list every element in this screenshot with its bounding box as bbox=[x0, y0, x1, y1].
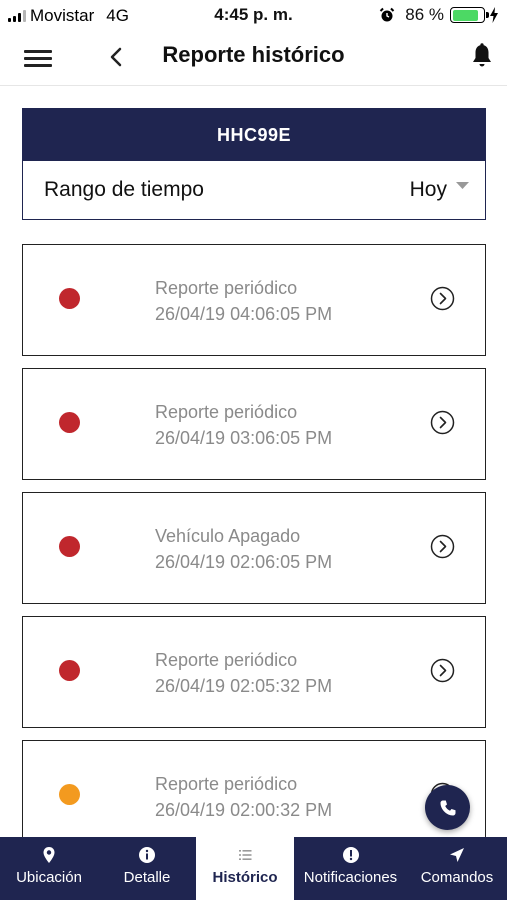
battery-icon bbox=[450, 7, 489, 23]
info-icon bbox=[139, 847, 155, 863]
tab-detalle[interactable]: Detalle bbox=[98, 837, 196, 900]
report-datetime: 26/04/19 02:05:32 PM bbox=[155, 676, 333, 696]
report-text: Reporte periódico 26/04/19 03:06:05 PM bbox=[155, 399, 332, 451]
report-text: Vehículo Apagado 26/04/19 02:06:05 PM bbox=[155, 523, 332, 575]
phone-icon bbox=[440, 800, 455, 815]
vehicle-plate: HHC99E bbox=[23, 109, 485, 161]
tab-ubicacion[interactable]: Ubicación bbox=[0, 837, 98, 900]
send-icon bbox=[450, 848, 464, 862]
chevron-right-circle-icon[interactable] bbox=[430, 286, 455, 311]
status-dot bbox=[59, 288, 80, 309]
report-title: Vehículo Apagado bbox=[155, 526, 301, 546]
time-range-label: Rango de tiempo bbox=[44, 178, 204, 201]
report-text: Reporte periódico 26/04/19 04:06:05 PM bbox=[155, 275, 332, 327]
chevron-right-circle-icon[interactable] bbox=[430, 410, 455, 435]
status-dot bbox=[59, 660, 80, 681]
vehicle-card: HHC99E Rango de tiempo Hoy bbox=[22, 108, 486, 220]
alarm-clock-icon bbox=[380, 7, 395, 22]
tab-notificaciones[interactable]: Notificaciones bbox=[294, 837, 407, 900]
report-title: Reporte periódico bbox=[155, 650, 298, 670]
report-datetime: 26/04/19 02:00:32 PM bbox=[155, 800, 333, 820]
tab-label: Notificaciones bbox=[303, 869, 398, 886]
battery-level bbox=[452, 9, 479, 21]
time-range-value: Hoy bbox=[409, 178, 447, 201]
map-pin-icon bbox=[43, 847, 55, 863]
report-title: Reporte periódico bbox=[155, 402, 298, 422]
report-title: Reporte periódico bbox=[155, 774, 298, 794]
report-item[interactable]: Vehículo Apagado 26/04/19 02:06:05 PM bbox=[22, 492, 486, 604]
battery-percent: 86 % bbox=[405, 5, 444, 24]
page-title: Reporte histórico bbox=[162, 42, 345, 67]
chevron-right-circle-icon[interactable] bbox=[430, 534, 455, 559]
report-item[interactable]: Reporte periódico 26/04/19 03:06:05 PM bbox=[22, 368, 486, 480]
report-datetime: 26/04/19 04:06:05 PM bbox=[155, 304, 333, 324]
tab-label: Detalle bbox=[123, 869, 171, 886]
report-text: Reporte periódico 26/04/19 02:00:32 PM bbox=[155, 771, 332, 823]
status-right: 86 % bbox=[379, 5, 499, 25]
bottom-tab-bar: Ubicación Detalle Histórico Notificaciones C… bbox=[0, 837, 507, 900]
app-header: Reporte histórico bbox=[0, 30, 507, 86]
tab-label: Comandos bbox=[420, 869, 494, 886]
report-item[interactable]: Reporte periódico 26/04/19 02:00:32 PM bbox=[22, 740, 486, 837]
alert-icon bbox=[342, 847, 359, 863]
tab-label: Histórico bbox=[212, 869, 278, 886]
charging-bolt-icon bbox=[490, 7, 498, 23]
bell-icon[interactable] bbox=[469, 42, 495, 70]
time-range-select[interactable]: Rango de tiempo Hoy bbox=[23, 161, 485, 219]
list-icon bbox=[239, 850, 252, 860]
caret-down-icon bbox=[456, 182, 469, 189]
report-datetime: 26/04/19 03:06:05 PM bbox=[155, 428, 333, 448]
report-title: Reporte periódico bbox=[155, 278, 298, 298]
report-list: Reporte periódico 26/04/19 04:06:05 PM Rep… bbox=[22, 244, 486, 837]
status-dot bbox=[59, 536, 80, 557]
report-item[interactable]: Reporte periódico 26/04/19 02:05:32 PM bbox=[22, 616, 486, 728]
tab-label: Ubicación bbox=[16, 869, 82, 886]
tab-comandos[interactable]: Comandos bbox=[407, 837, 507, 900]
status-dot bbox=[59, 412, 80, 433]
report-item[interactable]: Reporte periódico 26/04/19 04:06:05 PM bbox=[22, 244, 486, 356]
status-bar: Movistar 4G 4:45 p. m. 86 % bbox=[0, 0, 507, 30]
status-dot bbox=[59, 784, 80, 805]
chevron-right-circle-icon[interactable] bbox=[430, 658, 455, 683]
report-datetime: 26/04/19 02:06:05 PM bbox=[155, 552, 333, 572]
report-text: Reporte periódico 26/04/19 02:05:32 PM bbox=[155, 647, 332, 699]
tab-historico[interactable]: Histórico bbox=[196, 837, 294, 900]
call-button[interactable] bbox=[425, 785, 470, 830]
